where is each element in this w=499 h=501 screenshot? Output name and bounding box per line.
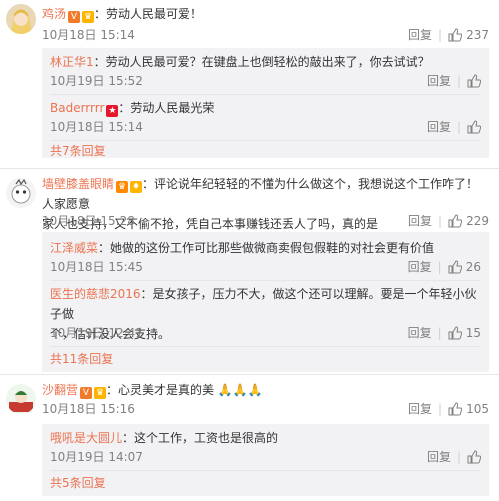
reply-box: 江泽威菜：她做的这份工作可比那些做微商卖假包假鞋的对社会更有价值 10月18日 … <box>42 232 489 372</box>
reply-button[interactable]: 回复 <box>427 448 451 466</box>
thumbs-up-icon <box>448 28 463 42</box>
thumbs-up-icon[interactable] <box>467 74 481 88</box>
username-link[interactable]: 江泽威菜 <box>50 241 98 255</box>
reply-button[interactable]: 回复 <box>408 258 432 276</box>
avatar[interactable] <box>6 4 36 34</box>
username-link[interactable]: 鸡汤 <box>42 7 66 21</box>
like-count: 15 <box>465 326 481 340</box>
verified-badge-icon: V <box>80 387 93 399</box>
vip-badge-icon: ♛ <box>116 181 129 193</box>
timestamp: 10月18日 15:16 <box>42 402 135 416</box>
username-link[interactable]: Baderrrrr <box>50 101 104 115</box>
username-link[interactable]: 林正华1 <box>50 55 94 69</box>
reply-button[interactable]: 回复 <box>427 72 451 90</box>
divider <box>0 374 499 375</box>
reply-button[interactable]: 回复 <box>408 324 432 342</box>
like-button[interactable]: 229 <box>448 212 489 230</box>
divider <box>50 140 481 141</box>
divider <box>50 470 481 471</box>
comment-text: 鸡汤 V ♛ ：劳动人民最可爱！ <box>42 7 203 23</box>
like-count: 229 <box>466 214 489 228</box>
more-replies-link[interactable]: 共7条回复 <box>50 142 106 160</box>
reply-button[interactable]: 回复 <box>408 212 432 230</box>
thumbs-up-icon[interactable] <box>467 450 481 464</box>
reply-box: 哦吼是大圆儿：这个工作，工资也是很高的 10月19日 14:07 回复 | 共5条… <box>42 424 489 496</box>
timestamp: 10月18日 15:14 <box>42 28 135 42</box>
vip-badge-icon: ♛ <box>82 11 95 23</box>
star-badge-icon: ★ <box>106 105 119 117</box>
reply-item: 医生的慈悲2016：是女孩子，压力不大，做这个还可以理解。要是一个年轻小伙子做 … <box>50 287 481 342</box>
avatar[interactable] <box>6 384 36 414</box>
thumbs-up-icon <box>448 260 462 274</box>
like-button[interactable]: 26 <box>448 258 481 276</box>
reply-item: 江泽威菜：她做的这份工作可比那些做微商卖假包假鞋的对社会更有价值 10月18日 … <box>50 241 481 274</box>
more-replies-link[interactable]: 共11条回复 <box>50 350 113 368</box>
like-button[interactable]: 105 <box>448 400 489 418</box>
comment-text: 沙翻营 V ♛ ：心灵美才是真的美 🙏🙏🙏 <box>42 383 263 399</box>
divider <box>50 94 481 95</box>
like-count: 237 <box>466 28 489 42</box>
timestamp: 10月18日 15:28 <box>42 214 135 228</box>
username-link[interactable]: 墙壁膝盖眼睛 <box>42 177 114 191</box>
thumbs-up-icon <box>448 214 463 228</box>
timestamp: 10月19日 14:07 <box>50 450 143 464</box>
timestamp: 10月19日 12:41 <box>50 326 143 340</box>
reply-button[interactable]: 回复 <box>408 400 432 418</box>
divider <box>50 280 481 281</box>
reply-button[interactable]: 回复 <box>408 26 432 44</box>
divider <box>50 346 481 347</box>
reply-box: 林正华1：劳动人民最可爱？在键盘上也倒轻松的敲出来了，你去试试？ 10月19日 … <box>42 48 489 158</box>
timestamp: 10月19日 15:52 <box>50 74 143 88</box>
reply-item: Baderrrrr ★ ：劳动人民最光荣 10月18日 15:14 回复 | <box>50 98 481 134</box>
reply-button[interactable]: 回复 <box>427 118 451 136</box>
timestamp: 10月18日 15:14 <box>50 120 143 134</box>
divider <box>0 168 499 169</box>
like-count: 26 <box>465 260 481 274</box>
like-count: 105 <box>466 402 489 416</box>
thumbs-up-icon <box>448 402 463 416</box>
vip-badge-icon: ♛ <box>94 387 107 399</box>
like-button[interactable]: 237 <box>448 26 489 44</box>
like-button[interactable]: 15 <box>448 324 481 342</box>
thumbs-up-icon <box>448 326 462 340</box>
avatar[interactable] <box>6 178 36 208</box>
verified-badge-icon: V <box>68 11 81 23</box>
username-link[interactable]: 医生的慈悲2016 <box>50 287 141 301</box>
username-link[interactable]: 哦吼是大圆儿 <box>50 431 122 445</box>
username-link[interactable]: 沙翻营 <box>42 383 78 397</box>
level-badge-icon: ♦ <box>130 181 143 193</box>
more-replies-link[interactable]: 共5条回复 <box>50 474 106 492</box>
thumbs-up-icon[interactable] <box>467 120 481 134</box>
timestamp: 10月18日 15:45 <box>50 260 143 274</box>
reply-item: 林正华1：劳动人民最可爱？在键盘上也倒轻松的敲出来了，你去试试？ 10月19日 … <box>50 52 481 88</box>
reply-item: 哦吼是大圆儿：这个工作，工资也是很高的 10月19日 14:07 回复 | <box>50 428 481 464</box>
emoji-icon: 🙏🙏🙏 <box>217 383 263 397</box>
